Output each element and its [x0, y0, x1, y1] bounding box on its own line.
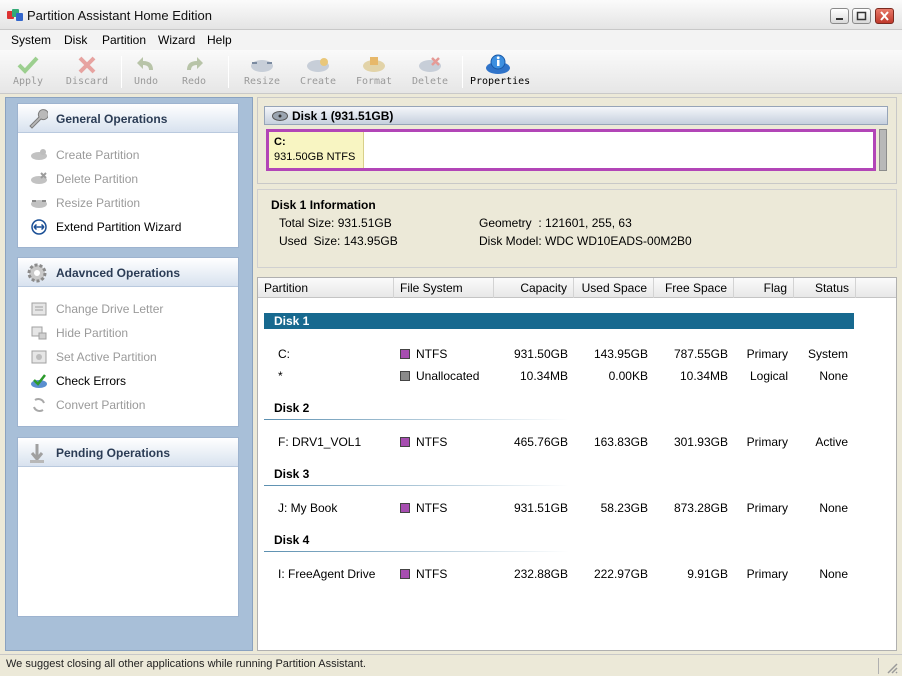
disk-2-header-row[interactable]: Disk 2	[274, 401, 309, 415]
discard-button[interactable]: Discard	[60, 52, 114, 92]
format-icon	[363, 57, 385, 72]
properties-button[interactable]: Properties	[470, 52, 530, 92]
convert-icon	[33, 397, 45, 413]
ntfs-swatch	[400, 503, 410, 513]
delete-icon	[419, 57, 441, 72]
disk-partition-bar[interactable]: C: 931.50GB NTFS	[266, 129, 876, 171]
column-flag[interactable]: Flag	[734, 278, 794, 298]
column-status[interactable]: Status	[794, 278, 856, 298]
disk-total-size: Total Size: 931.51GB	[279, 216, 392, 230]
menu-wizard[interactable]: Wizard	[158, 33, 195, 47]
app-icon	[7, 9, 23, 21]
extend-arrows-icon	[31, 219, 47, 235]
format-button[interactable]: Format	[352, 52, 396, 92]
column-partition[interactable]: Partition	[258, 278, 394, 298]
partition-table: Partition File System Capacity Used Spac…	[257, 277, 897, 651]
create-button[interactable]: Create	[296, 52, 340, 92]
advanced-operations-panel: Adavnced Operations Change Drive Letter …	[17, 257, 239, 427]
minimize-icon	[836, 18, 843, 20]
create-partition-icon	[31, 149, 47, 160]
disk-1-header-row[interactable]: Disk 1	[264, 313, 854, 329]
menu-system[interactable]: System	[11, 33, 51, 47]
delete-button[interactable]: Delete	[408, 52, 452, 92]
delete-partition-icon	[31, 172, 47, 184]
create-icon	[307, 58, 329, 72]
hide-partition-icon	[31, 326, 47, 340]
pending-operations-header[interactable]: Pending Operations	[18, 438, 238, 467]
maximize-icon	[856, 11, 867, 21]
ntfs-swatch	[400, 349, 410, 359]
check-errors-icon	[31, 374, 47, 388]
disk-used-size: Used Size: 143.95GB	[279, 234, 398, 248]
status-bar: We suggest closing all other application…	[0, 654, 902, 676]
pending-operations-panel: Pending Operations	[17, 437, 239, 617]
set-active-icon	[31, 350, 47, 364]
toolbar: Apply Discard Undo Redo Resize Create Fo…	[0, 50, 902, 94]
column-file-system[interactable]: File System	[394, 278, 494, 298]
info-icon	[486, 54, 510, 74]
maximize-button[interactable]	[852, 8, 871, 24]
disk-3-separator	[264, 485, 569, 486]
apply-button[interactable]: Apply	[6, 52, 50, 92]
close-button[interactable]	[875, 8, 894, 24]
disk-geometry: Geometry : 121601, 255, 63	[479, 216, 632, 230]
resize-grip-icon[interactable]	[886, 662, 898, 674]
general-operations-header[interactable]: General Operations	[18, 104, 238, 133]
checkmark-icon	[17, 56, 39, 74]
menu-disk[interactable]: Disk	[64, 33, 87, 47]
resize-button[interactable]: Resize	[240, 52, 284, 92]
gear-icon	[27, 263, 47, 283]
column-free-space[interactable]: Free Space	[654, 278, 734, 298]
partition-c-block[interactable]: C: 931.50GB NTFS	[269, 132, 364, 168]
disk-information-panel: Disk 1 Information Total Size: 931.51GB …	[257, 189, 897, 268]
window-title: Partition Assistant Home Edition	[27, 8, 212, 23]
operations-sidebar: General Operations Create Partition Dele…	[5, 97, 253, 651]
status-message: We suggest closing all other application…	[6, 658, 366, 670]
resize-icon	[251, 60, 273, 72]
disk-2-separator	[264, 419, 569, 420]
undo-button[interactable]: Undo	[128, 52, 164, 92]
pending-icon	[30, 444, 44, 463]
redo-button[interactable]: Redo	[176, 52, 212, 92]
undo-icon	[137, 57, 153, 70]
discard-icon	[78, 56, 96, 74]
disk-4-header-row[interactable]: Disk 4	[274, 533, 309, 547]
wrench-icon	[29, 109, 48, 129]
disk-info-title: Disk 1 Information	[271, 198, 376, 212]
ntfs-swatch	[400, 569, 410, 579]
hard-disk-icon	[272, 111, 288, 121]
close-icon	[880, 11, 889, 21]
menu-partition[interactable]: Partition	[102, 33, 146, 47]
general-operations-panel: General Operations Create Partition Dele…	[17, 103, 239, 248]
advanced-operations-header[interactable]: Adavnced Operations	[18, 258, 238, 287]
disk-map-panel: Disk 1 (931.51GB) C: 931.50GB NTFS	[257, 97, 897, 184]
column-used-space[interactable]: Used Space	[574, 278, 654, 298]
title-bar[interactable]: Partition Assistant Home Edition	[0, 0, 902, 30]
redo-icon	[187, 57, 203, 70]
drive-letter-icon	[31, 302, 47, 316]
menu-bar: System Disk Partition Wizard Help	[0, 30, 902, 50]
disk-3-header-row[interactable]: Disk 3	[274, 467, 309, 481]
disk-4-separator	[264, 551, 569, 552]
minimize-button[interactable]	[830, 8, 849, 24]
column-capacity[interactable]: Capacity	[494, 278, 574, 298]
disk-map-header: Disk 1 (931.51GB)	[264, 106, 888, 125]
unallocated-swatch	[400, 371, 410, 381]
disk-model: Disk Model: WDC WD10EADS-00M2B0	[479, 234, 692, 248]
ntfs-swatch	[400, 437, 410, 447]
menu-help[interactable]: Help	[207, 33, 232, 47]
table-header: Partition File System Capacity Used Spac…	[258, 278, 896, 298]
resize-partition-icon	[31, 200, 47, 208]
disk-map-scrollbar[interactable]	[879, 129, 887, 171]
